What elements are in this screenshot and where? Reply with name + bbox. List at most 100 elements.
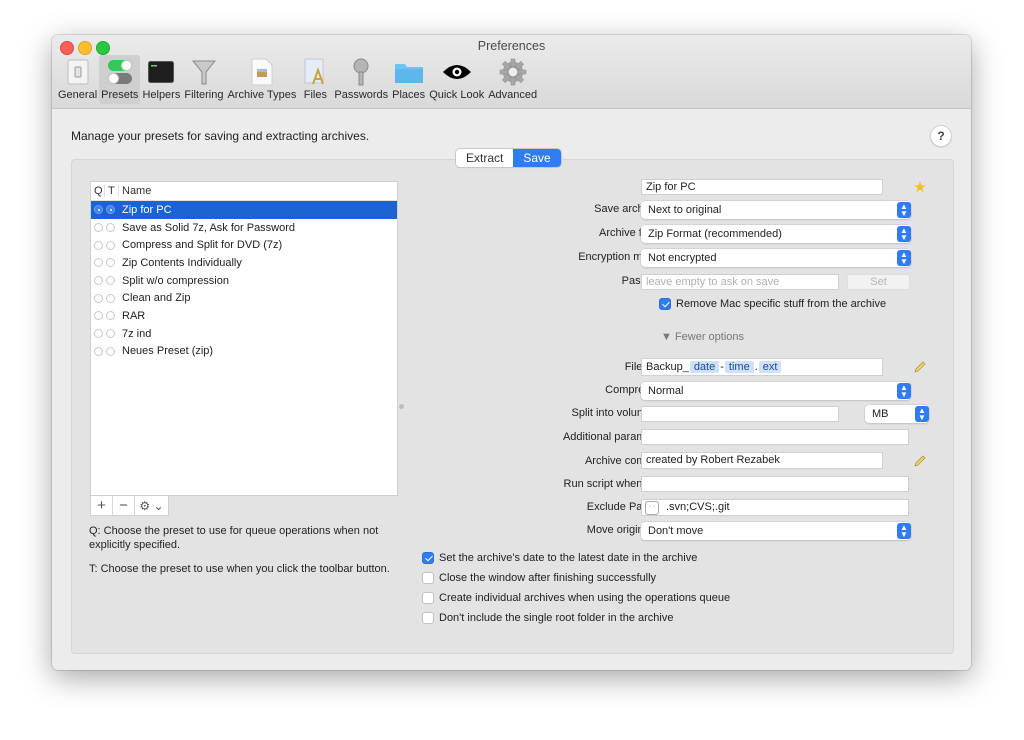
table-header: Q T Name (91, 182, 397, 201)
q-radio[interactable] (94, 223, 103, 233)
toolbar-item-files[interactable]: Files (298, 55, 332, 104)
t-radio[interactable] (106, 205, 115, 215)
move-originals-popup[interactable]: Don't move ▲ ▼ (641, 522, 911, 540)
run-script-field[interactable] (641, 476, 909, 492)
filename-token-time[interactable]: time (724, 361, 754, 373)
column-header-name[interactable]: Name (119, 185, 151, 197)
option-checkbox[interactable] (422, 552, 434, 564)
t-radio[interactable] (106, 223, 115, 233)
save-to-popup[interactable]: Next to original ▲ ▼ (641, 201, 911, 219)
q-radio[interactable] (94, 276, 103, 286)
tab-extract[interactable]: Extract (456, 149, 514, 167)
table-row[interactable]: Zip for PC (91, 201, 397, 219)
note-t: T: Choose the preset to use when you cli… (89, 563, 390, 575)
option-checkbox[interactable] (422, 572, 434, 584)
intro-text: Manage your presets for saving and extra… (71, 129, 370, 143)
actions-menu-button[interactable]: ⚙ ⌄ (135, 496, 168, 515)
option-checkbox[interactable] (422, 592, 434, 604)
table-row[interactable]: Save as Solid 7z, Ask for Password (91, 219, 397, 237)
option-row[interactable]: Don't include the single root folder in … (422, 612, 673, 624)
chevron-updown-icon: ▲ ▼ (897, 523, 911, 539)
option-row[interactable]: Set the archive's date to the latest dat… (422, 552, 697, 564)
q-radio[interactable] (94, 329, 103, 339)
toolbar-item-quick-look[interactable]: Quick Look (427, 55, 486, 104)
compression-popup[interactable]: Normal ▲ ▼ (641, 382, 911, 400)
toolbar-item-filtering[interactable]: Filtering (182, 55, 225, 104)
option-checkbox[interactable] (422, 612, 434, 624)
encryption-popup[interactable]: Not encrypted ▲ ▼ (641, 249, 911, 267)
toolbar-item-places[interactable]: Places (390, 55, 427, 104)
split-unit-popup[interactable]: MB ▲ ▼ (865, 405, 929, 423)
star-icon[interactable]: ★ (912, 179, 928, 196)
toolbar-item-general[interactable]: General (56, 55, 99, 104)
t-radio[interactable] (106, 293, 115, 303)
fewer-options-toggle[interactable]: ▼ Fewer options (661, 331, 744, 343)
archive-format-popup[interactable]: Zip Format (recommended) ▲ ▼ (641, 225, 911, 243)
q-radio[interactable] (94, 240, 103, 250)
table-row[interactable]: RAR (91, 307, 397, 325)
pattern-icon[interactable]: · · (645, 501, 659, 515)
q-radio[interactable] (94, 293, 103, 303)
chevron-updown-icon: ▲ ▼ (897, 383, 911, 399)
toolbar-item-archive-types[interactable]: Archive Types (225, 55, 298, 104)
toggles-icon (105, 58, 135, 86)
t-radio[interactable] (106, 346, 115, 356)
terminal-icon (146, 58, 176, 86)
chevron-updown-icon: ▲ ▼ (897, 226, 911, 242)
exclude-patterns-field[interactable]: .svn;CVS;.git (641, 499, 909, 516)
additional-params-field[interactable] (641, 429, 909, 445)
files-icon (300, 58, 330, 86)
table-row[interactable]: Neues Preset (zip) (91, 343, 397, 361)
help-button[interactable]: ? (930, 125, 952, 147)
toolbar-item-advanced[interactable]: Advanced (486, 55, 539, 104)
split-volume-field[interactable] (641, 406, 839, 422)
remove-preset-button[interactable]: − (113, 496, 135, 515)
toolbar-item-passwords[interactable]: Passwords (332, 55, 390, 104)
t-radio[interactable] (106, 276, 115, 286)
funnel-icon (189, 58, 219, 86)
set-password-button[interactable]: Set (847, 274, 910, 290)
t-radio[interactable] (106, 311, 115, 321)
password-field[interactable]: leave empty to ask on save (641, 274, 839, 290)
archive-icon (247, 58, 277, 86)
q-radio[interactable] (94, 258, 103, 268)
q-radio[interactable] (94, 311, 103, 321)
table-row[interactable]: Zip Contents Individually (91, 254, 397, 272)
filename-field[interactable]: Backup_ date - time. ext (641, 358, 883, 376)
preferences-toolbar: General Presets Helpers Filtering Archiv… (56, 55, 539, 107)
presets-table[interactable]: Q T Name Zip for PC Save as Solid 7z, As… (90, 181, 398, 496)
column-header-q[interactable]: Q (91, 185, 105, 197)
presets-pane: Manage your presets for saving and extra… (52, 109, 971, 670)
name-field[interactable]: Zip for PC (641, 179, 883, 195)
filename-token-date[interactable]: date (689, 361, 720, 373)
toolbar-item-presets[interactable]: Presets (99, 55, 141, 104)
table-row[interactable]: Split w/o compression (91, 272, 397, 290)
table-row[interactable]: Clean and Zip (91, 289, 397, 307)
eye-icon (442, 58, 472, 86)
archive-comment-field[interactable]: created by Robert Rezabek (641, 452, 883, 469)
tab-save[interactable]: Save (513, 149, 561, 167)
mode-segmented-control: Extract Save (456, 149, 561, 167)
option-row[interactable]: Create individual archives when using th… (422, 592, 730, 604)
filename-token-ext[interactable]: ext (758, 361, 782, 373)
titlebar: Preferences General Presets Helpers Filt… (52, 35, 971, 109)
remove-mac-checkbox[interactable] (659, 298, 671, 310)
gear-icon (498, 58, 528, 86)
q-radio[interactable] (94, 205, 103, 215)
add-preset-button[interactable]: + (91, 496, 113, 515)
preferences-window: Preferences General Presets Helpers Filt… (52, 35, 971, 670)
pencil-icon[interactable] (912, 453, 928, 469)
toolbar-item-helpers[interactable]: Helpers (140, 55, 182, 104)
option-row[interactable]: Close the window after finishing success… (422, 572, 656, 584)
remove-mac-option[interactable]: Remove Mac specific stuff from the archi… (659, 298, 886, 310)
t-radio[interactable] (106, 329, 115, 339)
t-radio[interactable] (106, 258, 115, 268)
note-q: Q: Choose the preset to use for queue op… (89, 525, 379, 551)
pencil-icon[interactable] (912, 359, 928, 375)
t-radio[interactable] (106, 240, 115, 250)
table-row[interactable]: Compress and Split for DVD (7z) (91, 236, 397, 254)
column-header-t[interactable]: T (105, 185, 119, 197)
table-row[interactable]: 7z ind (91, 325, 397, 343)
split-view-handle[interactable] (399, 404, 404, 409)
q-radio[interactable] (94, 346, 103, 356)
